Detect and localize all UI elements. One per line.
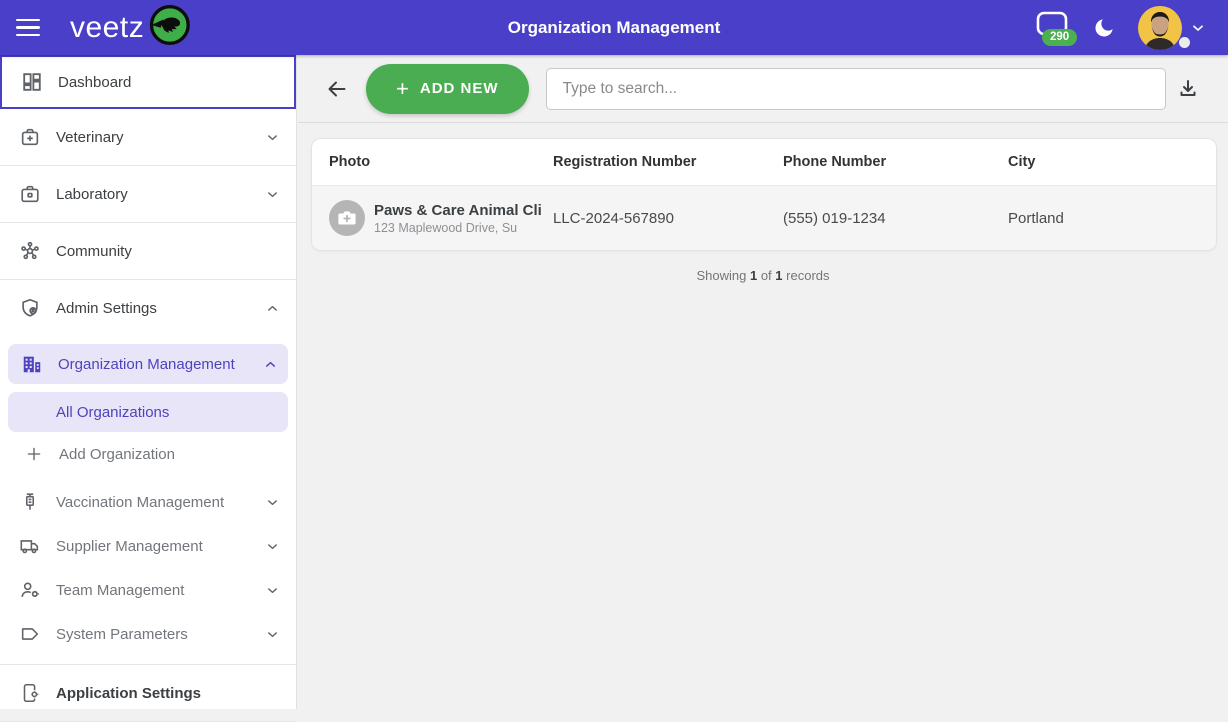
records-total-count: 1 (775, 268, 782, 283)
table-row[interactable]: Paws & Care Animal Cli 123 Maplewood Dri… (312, 186, 1216, 250)
records-shown-count: 1 (750, 268, 757, 283)
org-city: Portland (1008, 210, 1216, 227)
logo-text: veetz (70, 11, 144, 45)
records-summary-suffix: records (786, 268, 829, 283)
sidebar-item-label: Community (56, 243, 280, 260)
column-header-phone-number: Phone Number (783, 154, 1008, 170)
sidebar-item-system-parameters[interactable]: System Parameters (0, 612, 296, 656)
device-counter-icon[interactable]: 290 (1036, 11, 1070, 45)
sidebar: Dashboard Veterinary Laboratory (0, 55, 297, 709)
table-header-row: Photo Registration Number Phone Number C… (312, 139, 1216, 186)
truck-icon (18, 534, 42, 558)
sidebar-item-label: Organization Management (58, 356, 256, 373)
sidebar-item-add-organization[interactable]: Add Organization (0, 434, 296, 474)
top-app-bar: veetz Organization Management 290 (0, 0, 1228, 55)
chevron-down-icon (1190, 20, 1206, 36)
photo-placeholder-icon (329, 200, 365, 236)
sidebar-item-label: Application Settings (56, 685, 280, 702)
chevron-down-icon (258, 187, 280, 202)
column-header-photo: Photo (329, 154, 553, 170)
syringe-icon (18, 490, 42, 514)
user-gear-icon (18, 578, 42, 602)
sidebar-item-label: System Parameters (56, 626, 258, 643)
building-icon (20, 352, 44, 376)
toolbar: + ADD NEW (298, 55, 1228, 123)
chevron-down-icon (258, 495, 280, 510)
search-input[interactable] (546, 68, 1166, 110)
plus-icon: + (396, 78, 410, 100)
sidebar-item-vaccination-management[interactable]: Vaccination Management (0, 480, 296, 524)
records-summary: Showing 1 of 1 records (298, 268, 1228, 283)
add-new-button[interactable]: + ADD NEW (366, 64, 529, 114)
chevron-down-icon (258, 539, 280, 554)
export-button[interactable] (1170, 71, 1206, 107)
sidebar-item-dashboard[interactable]: Dashboard (0, 55, 296, 109)
sidebar-item-label: Vaccination Management (56, 494, 258, 511)
sidebar-item-label: Dashboard (58, 74, 278, 91)
arrow-left-icon (325, 77, 349, 101)
chevron-up-icon (256, 357, 278, 372)
sidebar-item-label: Supplier Management (56, 538, 258, 555)
status-dot (1179, 37, 1190, 48)
column-header-registration-number: Registration Number (553, 154, 783, 170)
sidebar-item-label: All Organizations (56, 404, 278, 421)
records-summary-prefix: Showing (696, 268, 746, 283)
sidebar-item-label: Laboratory (56, 186, 258, 203)
briefcase-icon (18, 182, 42, 206)
sidebar-item-all-organizations[interactable]: All Organizations (8, 392, 288, 432)
chevron-down-icon (258, 583, 280, 598)
sidebar-item-label: Team Management (56, 582, 258, 599)
device-count-badge: 290 (1042, 29, 1077, 47)
download-icon (1176, 77, 1200, 101)
sidebar-item-label: Veterinary (56, 129, 258, 146)
dashboard-icon (20, 70, 44, 94)
sidebar-item-admin-settings[interactable]: Admin Settings (0, 280, 296, 336)
records-summary-of: of (761, 268, 772, 283)
chevron-down-icon (258, 130, 280, 145)
dark-mode-toggle[interactable] (1092, 16, 1116, 40)
main-content: + ADD NEW Photo Registration Number Phon… (298, 55, 1228, 709)
sidebar-item-label: Add Organization (59, 446, 280, 463)
sidebar-item-community[interactable]: Community (0, 223, 296, 279)
app-settings-icon (18, 681, 42, 705)
moon-icon (1092, 16, 1116, 40)
shield-user-icon (18, 296, 42, 320)
menu-icon[interactable] (6, 8, 50, 48)
avatar (1138, 6, 1182, 50)
back-button[interactable] (320, 72, 354, 106)
sidebar-item-supplier-management[interactable]: Supplier Management (0, 524, 296, 568)
org-name: Paws & Care Animal Cli (374, 202, 542, 219)
tag-icon (18, 622, 42, 646)
org-registration-number: LLC-2024-567890 (553, 210, 783, 227)
veetz-logo[interactable]: veetz (70, 3, 190, 52)
veetz-logo-icon (146, 3, 190, 52)
chevron-down-icon (258, 627, 280, 642)
chevron-up-icon (258, 301, 280, 316)
sidebar-item-organization-management[interactable]: Organization Management (8, 344, 288, 384)
sidebar-item-application-settings[interactable]: Application Settings (0, 665, 296, 721)
add-new-label: ADD NEW (420, 80, 499, 97)
org-phone-number: (555) 019-1234 (783, 210, 1008, 227)
medical-bag-icon (18, 125, 42, 149)
sidebar-item-label: Admin Settings (56, 300, 258, 317)
sidebar-item-team-management[interactable]: Team Management (0, 568, 296, 612)
sidebar-item-laboratory[interactable]: Laboratory (0, 166, 296, 222)
column-header-city: City (1008, 154, 1216, 170)
plus-icon (22, 442, 46, 466)
organizations-table: Photo Registration Number Phone Number C… (311, 138, 1217, 251)
org-address: 123 Maplewood Drive, Su (374, 221, 542, 235)
sidebar-item-veterinary[interactable]: Veterinary (0, 109, 296, 165)
user-menu[interactable] (1138, 6, 1206, 50)
network-hub-icon (18, 239, 42, 263)
